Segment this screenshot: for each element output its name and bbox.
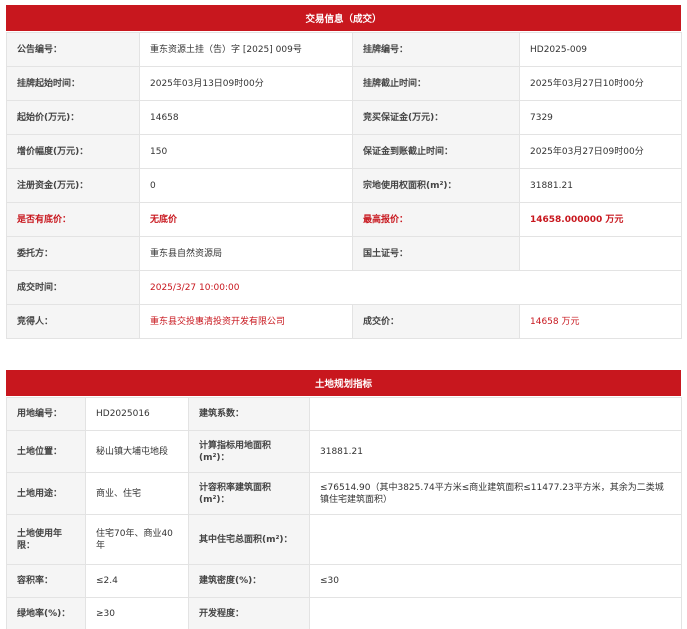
deposit-value: 7329 xyxy=(519,100,682,135)
deal-price-label: 成交价： xyxy=(352,304,520,339)
winner-value: 重东县交投惠清投资开发有限公司 xyxy=(139,304,353,339)
trade-info-title: 交易信息（成交） xyxy=(305,14,382,25)
listing-end-label: 挂牌截止时间： xyxy=(352,66,520,101)
trade-info-header: 交易信息（成交） xyxy=(6,5,681,31)
residential-area-value xyxy=(309,514,682,565)
increment-value: 150 xyxy=(139,134,353,169)
land-code-value: HD2025016 xyxy=(85,397,189,431)
increment-label: 增价幅度(万元)： xyxy=(6,134,140,169)
table-row: 是否有底价： 无底价 最高报价： 14658.000000 万元 xyxy=(6,202,682,237)
announcement-no-value: 重东资源土挂（告）字 [2025] 009号 xyxy=(139,32,353,67)
use-term-value: 住宅70年、商业40年 xyxy=(85,514,189,565)
table-row: 成交时间： 2025/3/27 10:00:00 xyxy=(6,270,682,305)
land-area-value: 31881.21 xyxy=(519,168,682,203)
deposit-deadline-value: 2025年03月27日09时00分 xyxy=(519,134,682,169)
land-use-label: 土地用途： xyxy=(6,472,86,515)
reserve-price-label: 是否有底价： xyxy=(6,202,140,237)
listing-no-label: 挂牌编号： xyxy=(352,32,520,67)
highest-bid-value: 14658.000000 万元 xyxy=(519,202,682,237)
building-density-value: ≤30 xyxy=(309,564,682,598)
planning-header: 土地规划指标 xyxy=(6,370,681,396)
plot-ratio-label: 容积率： xyxy=(6,564,86,598)
table-row: 用地编号： HD2025016 建筑系数： xyxy=(6,397,682,431)
table-row: 容积率： ≤2.4 建筑密度(%)： ≤30 xyxy=(6,564,682,598)
deal-price-value: 14658 万元 xyxy=(519,304,682,339)
land-cert-value xyxy=(519,236,682,271)
listing-end-value: 2025年03月27日10时00分 xyxy=(519,66,682,101)
land-use-value: 商业、住宅 xyxy=(85,472,189,515)
calc-area-label: 计算指标用地面积(m²)： xyxy=(188,430,310,473)
entrusting-party-value: 重东县自然资源局 xyxy=(139,236,353,271)
start-price-value: 14658 xyxy=(139,100,353,135)
table-row: 土地用途： 商业、住宅 计容积率建筑面积(m²)： ≤76514.90（其中38… xyxy=(6,472,682,515)
table-row: 绿地率(%)： ≥30 开发程度： xyxy=(6,597,682,629)
registered-capital-label: 注册资金(万元)： xyxy=(6,168,140,203)
table-row: 增价幅度(万元)： 150 保证金到账截止时间： 2025年03月27日09时0… xyxy=(6,134,682,169)
calc-area-value: 31881.21 xyxy=(309,430,682,473)
deal-time-value: 2025/3/27 10:00:00 xyxy=(139,270,682,305)
entrusting-party-label: 委托方： xyxy=(6,236,140,271)
use-term-label: 土地使用年限： xyxy=(6,514,86,565)
listing-no-value: HD2025-009 xyxy=(519,32,682,67)
registered-capital-value: 0 xyxy=(139,168,353,203)
green-ratio-value: ≥30 xyxy=(85,597,189,629)
table-row: 公告编号： 重东资源土挂（告）字 [2025] 009号 挂牌编号： HD202… xyxy=(6,32,682,67)
deposit-deadline-label: 保证金到账截止时间： xyxy=(352,134,520,169)
winner-label: 竞得人： xyxy=(6,304,140,339)
table-row: 注册资金(万元)： 0 宗地使用权面积(m²)： 31881.21 xyxy=(6,168,682,203)
development-degree-value xyxy=(309,597,682,629)
far-area-label: 计容积率建筑面积(m²)： xyxy=(188,472,310,515)
building-density-label: 建筑密度(%)： xyxy=(188,564,310,598)
highest-bid-label: 最高报价： xyxy=(352,202,520,237)
table-row: 起始价(万元)： 14658 竞买保证金(万元)： 7329 xyxy=(6,100,682,135)
plot-ratio-value: ≤2.4 xyxy=(85,564,189,598)
land-cert-label: 国土证号： xyxy=(352,236,520,271)
announcement-no-label: 公告编号： xyxy=(6,32,140,67)
land-location-value: 秘山镇大埔屯地段 xyxy=(85,430,189,473)
residential-area-label: 其中住宅总面积(m²)： xyxy=(188,514,310,565)
far-area-value: ≤76514.90（其中3825.74平方米≤商业建筑面积≤11477.23平方… xyxy=(309,472,682,515)
start-price-label: 起始价(万元)： xyxy=(6,100,140,135)
listing-start-label: 挂牌起始时间： xyxy=(6,66,140,101)
planning-title: 土地规划指标 xyxy=(314,379,372,390)
building-coefficient-label: 建筑系数： xyxy=(188,397,310,431)
trade-info-table: 公告编号： 重东资源土挂（告）字 [2025] 009号 挂牌编号： HD202… xyxy=(6,32,682,339)
table-row: 土地位置： 秘山镇大埔屯地段 计算指标用地面积(m²)： 31881.21 xyxy=(6,430,682,473)
building-coefficient-value xyxy=(309,397,682,431)
table-row: 委托方： 重东县自然资源局 国土证号： xyxy=(6,236,682,271)
land-location-label: 土地位置： xyxy=(6,430,86,473)
table-row: 土地使用年限： 住宅70年、商业40年 其中住宅总面积(m²)： xyxy=(6,514,682,565)
listing-start-value: 2025年03月13日09时00分 xyxy=(139,66,353,101)
green-ratio-label: 绿地率(%)： xyxy=(6,597,86,629)
planning-table: 用地编号： HD2025016 建筑系数： 土地位置： 秘山镇大埔屯地段 计算指… xyxy=(6,397,682,629)
land-area-label: 宗地使用权面积(m²)： xyxy=(352,168,520,203)
table-row: 挂牌起始时间： 2025年03月13日09时00分 挂牌截止时间： 2025年0… xyxy=(6,66,682,101)
reserve-price-value: 无底价 xyxy=(139,202,353,237)
deposit-label: 竞买保证金(万元)： xyxy=(352,100,520,135)
development-degree-label: 开发程度： xyxy=(188,597,310,629)
table-row: 竞得人： 重东县交投惠清投资开发有限公司 成交价： 14658 万元 xyxy=(6,304,682,339)
deal-time-label: 成交时间： xyxy=(6,270,140,305)
land-code-label: 用地编号： xyxy=(6,397,86,431)
